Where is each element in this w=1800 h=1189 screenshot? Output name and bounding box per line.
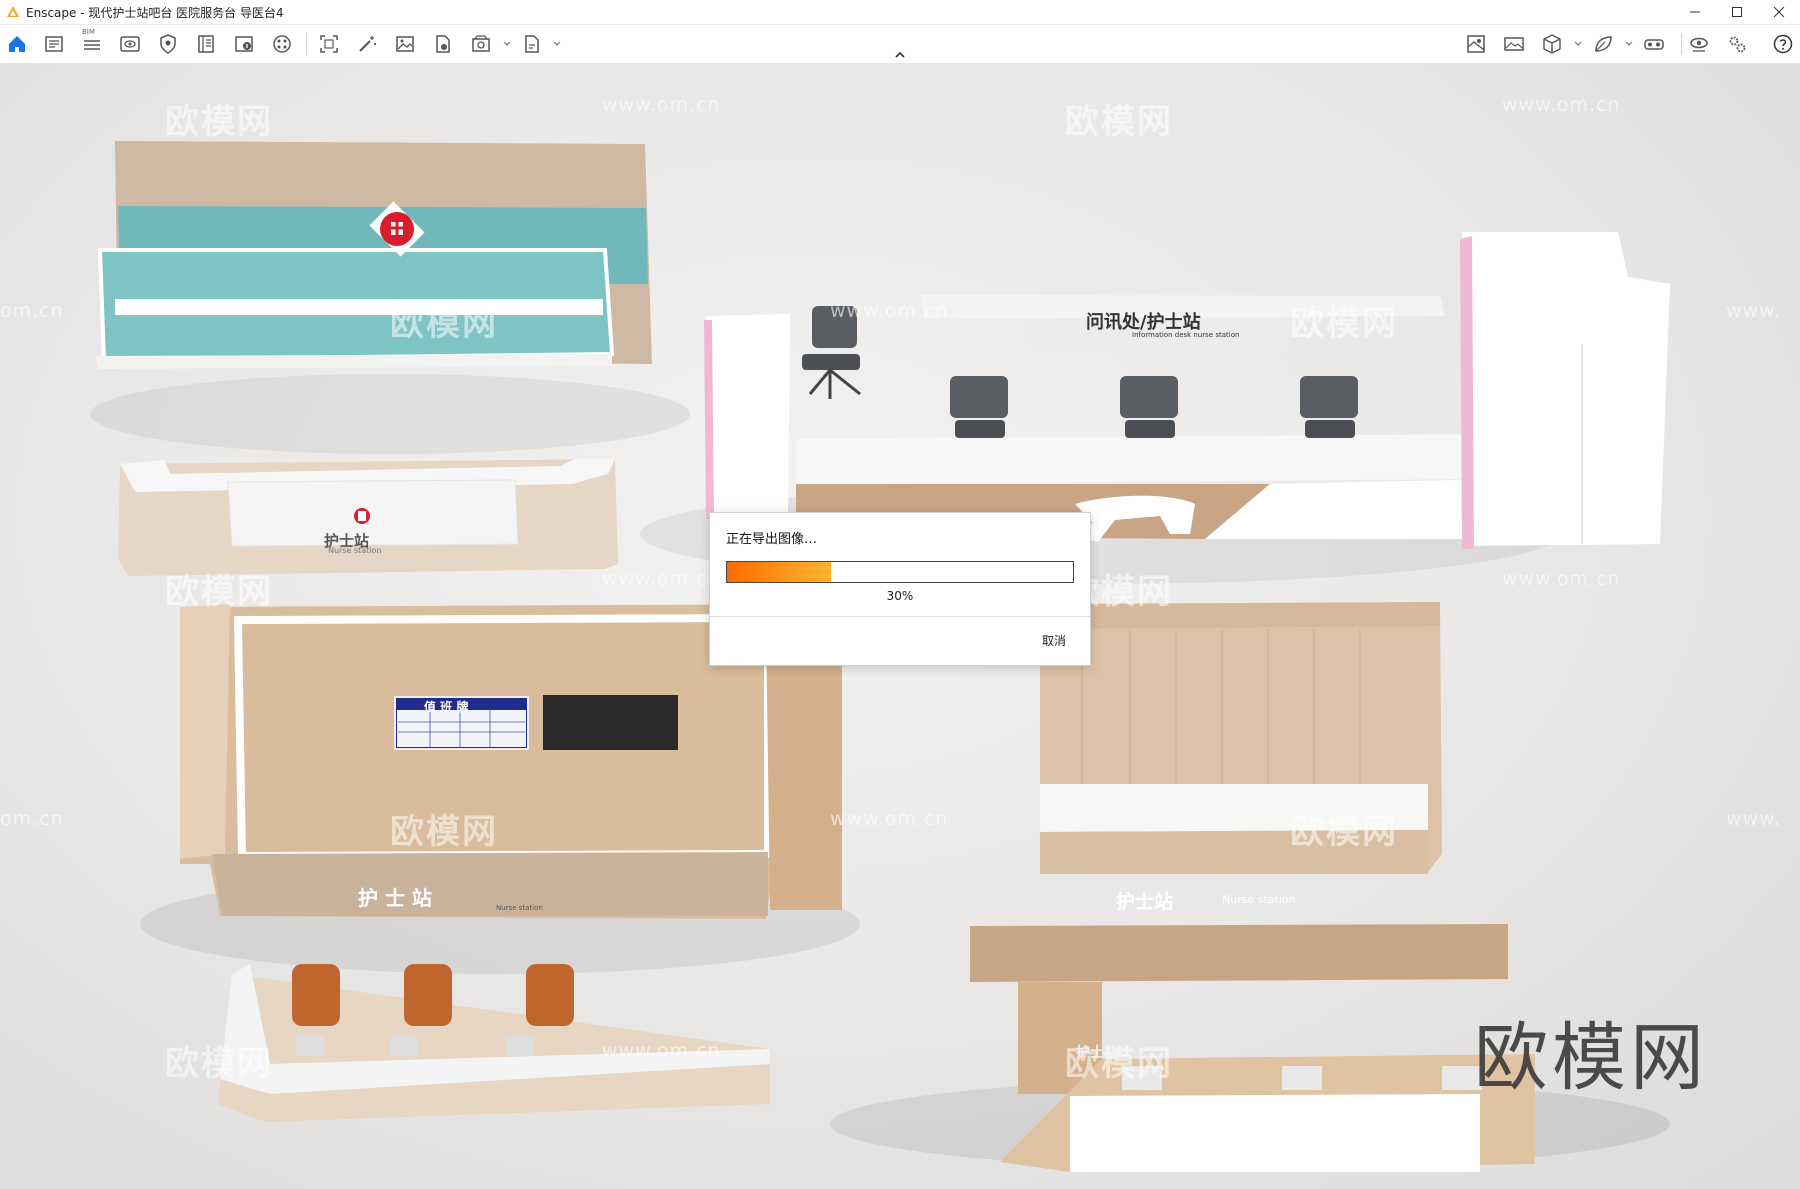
watermark-text: 欧模网 <box>1290 304 1398 344</box>
window-title: Enscape - 现代护士站吧台 医院服务台 导医台4 <box>26 5 284 20</box>
watermark-text: 欧模网 <box>1065 102 1173 142</box>
vr-headset-icon[interactable] <box>1641 31 1667 57</box>
frame-icon[interactable] <box>316 31 342 57</box>
duty-board-title: 值 班 牌 <box>424 700 469 714</box>
cancel-button[interactable]: 取消 <box>1042 632 1066 649</box>
file-export-icon[interactable] <box>430 31 456 57</box>
title-bar: Enscape - 现代护士站吧台 医院服务台 导医台4 <box>0 0 1800 25</box>
chevron-down-icon[interactable] <box>1573 39 1583 49</box>
brand-watermark: 欧模网 <box>1474 1015 1708 1101</box>
info-book-icon[interactable] <box>231 31 257 57</box>
bim-list-icon[interactable] <box>79 31 105 57</box>
home-icon[interactable] <box>4 31 30 57</box>
watermark-text: 欧模网 <box>165 102 273 142</box>
asset-library-icon[interactable] <box>1463 31 1489 57</box>
watermark-url-partial: www. <box>1726 808 1781 830</box>
progress-bar <box>726 561 1074 583</box>
signboard-nurse-station-model <box>970 924 1535 1172</box>
sign-nurse-station-en: Nurse station <box>328 546 382 555</box>
minimize-icon[interactable] <box>1674 0 1716 24</box>
visual-settings-icon[interactable] <box>1686 31 1712 57</box>
progress-percent-label: 30% <box>886 589 914 603</box>
palette-icon[interactable] <box>269 31 295 57</box>
maximize-icon[interactable] <box>1716 0 1758 24</box>
watermark-url: www.om.cn <box>1502 568 1621 590</box>
watermark-text: 欧模网 <box>1290 812 1398 852</box>
dialog-title: 正在导出图像… <box>726 532 818 547</box>
teal-nurse-desk-model <box>95 141 652 369</box>
watermark-url: www.om.cn <box>602 94 721 116</box>
batch-render-icon[interactable] <box>468 31 494 57</box>
window-controls <box>1674 0 1800 24</box>
eye-icon[interactable] <box>117 31 143 57</box>
chevron-down-icon[interactable] <box>552 39 562 49</box>
enscape-logo-icon <box>7 6 19 17</box>
cube-icon[interactable] <box>1539 31 1565 57</box>
export-progress-dialog: 正在导出图像… 30% 取消 <box>709 512 1091 666</box>
sign-nurse-station-en: Nurse station <box>1222 893 1296 906</box>
toolbar-separator <box>306 33 307 55</box>
watermark-text: 欧模网 <box>165 572 273 612</box>
leaf-icon[interactable] <box>1590 31 1616 57</box>
document-icon[interactable] <box>41 31 67 57</box>
collapse-toolbar-chevron-icon[interactable] <box>892 50 908 60</box>
watermark-url: www.om.cn <box>830 808 949 830</box>
watermark-text: 欧模网 <box>165 1044 273 1084</box>
watermark-url: www.om.cn <box>1502 94 1621 116</box>
sign-info-desk-en: Information desk nurse station <box>1132 331 1240 339</box>
watermark-text: 欧模网 <box>390 304 498 344</box>
watermark-url: www.om.cn <box>602 568 721 590</box>
progress-bar-fill <box>727 562 831 582</box>
sign-nurse-station-cn: 护士站 <box>1116 891 1174 913</box>
help-icon[interactable] <box>1770 31 1796 57</box>
shield-icon[interactable] <box>155 31 181 57</box>
sign-nurse-station-en: Nurse station <box>496 904 543 912</box>
settings-gear-icon[interactable] <box>1724 31 1750 57</box>
information-desk-model <box>704 232 1670 549</box>
watermark-url-partial: om.cn <box>0 300 64 322</box>
dialog-divider <box>710 616 1090 617</box>
close-icon[interactable] <box>1758 0 1800 24</box>
image-icon[interactable] <box>392 31 418 57</box>
panorama-icon[interactable] <box>1501 31 1527 57</box>
watermark-url-partial: om.cn <box>0 808 64 830</box>
book-icon[interactable] <box>193 31 219 57</box>
sign-nurse-station-cn: 护 士 站 <box>358 886 432 910</box>
watermark-url: www.om.cn <box>830 300 949 322</box>
chevron-down-icon[interactable] <box>1624 39 1634 49</box>
exe-export-icon[interactable] <box>519 31 545 57</box>
toolbar-separator <box>1681 33 1682 55</box>
watermark-url: www.om.cn <box>602 1040 721 1062</box>
chevron-down-icon[interactable] <box>502 39 512 49</box>
sign-nurse-station-cn: 护士站 <box>1076 1045 1118 1061</box>
white-reception-desk-model <box>118 459 618 576</box>
magic-wand-icon[interactable] <box>354 31 380 57</box>
watermark-url-partial: www. <box>1726 300 1781 322</box>
watermark-text: 欧模网 <box>390 812 498 852</box>
